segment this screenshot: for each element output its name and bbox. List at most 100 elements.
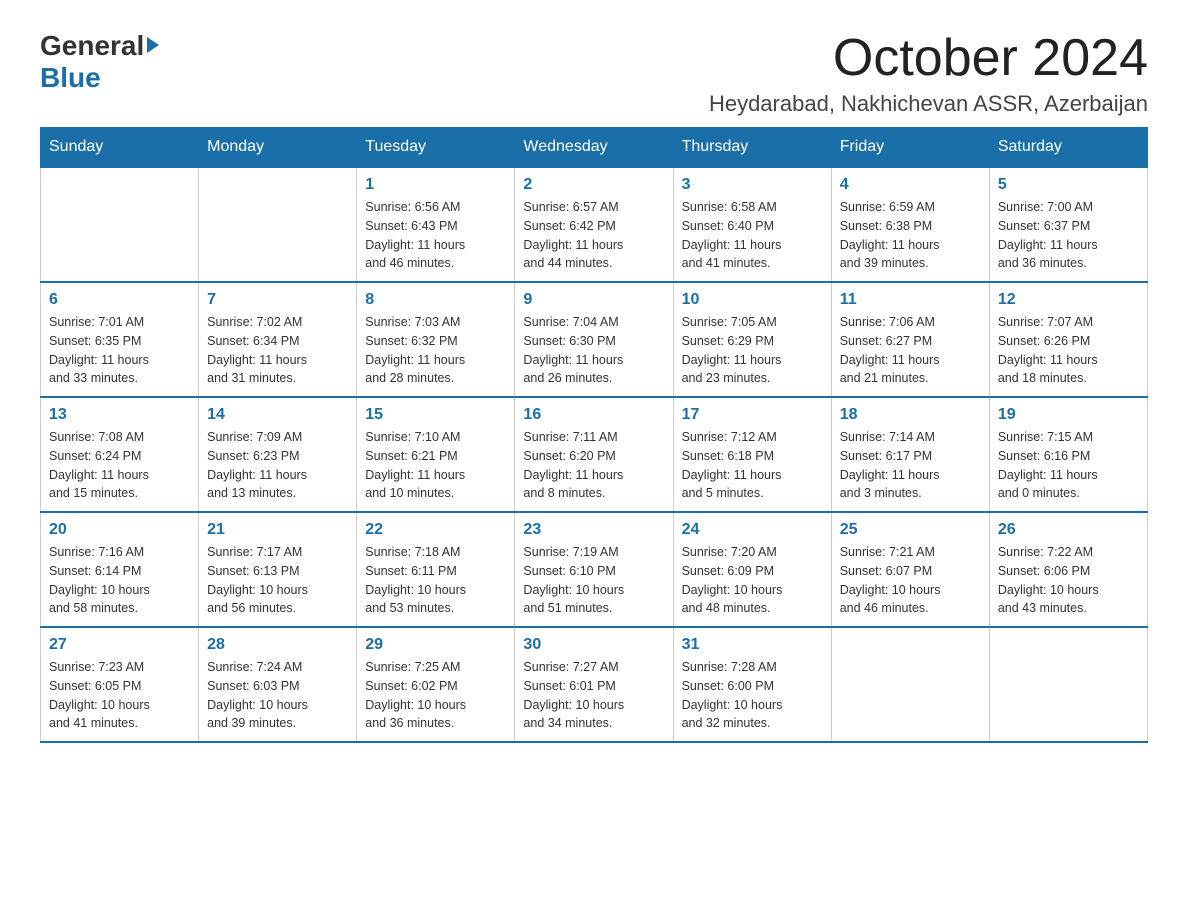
column-header-wednesday: Wednesday [515, 128, 673, 168]
day-number: 4 [840, 176, 981, 194]
calendar-cell: 15Sunrise: 7:10 AMSunset: 6:21 PMDayligh… [357, 397, 515, 512]
day-info: Sunrise: 7:28 AMSunset: 6:00 PMDaylight:… [682, 658, 823, 733]
calendar-cell: 18Sunrise: 7:14 AMSunset: 6:17 PMDayligh… [831, 397, 989, 512]
calendar-cell: 23 Sunrise: 7:19 AMSunset: 6:10 PMDayligh… [515, 512, 673, 627]
calendar-cell [199, 167, 357, 282]
day-info: Sunrise: 6:56 AMSunset: 6:43 PMDaylight:… [365, 198, 506, 273]
calendar-cell [41, 167, 199, 282]
day-info: Sunrise: 7:17 AMSunset: 6:13 PMDaylight:… [207, 543, 348, 618]
day-info: Sunrise: 7:09 AMSunset: 6:23 PMDaylight:… [207, 428, 348, 503]
day-info: Sunrise: 6:57 AMSunset: 6:42 PMDaylight:… [523, 198, 664, 273]
day-info: Sunrise: 7:16 AMSunset: 6:14 PMDaylight:… [49, 543, 190, 618]
calendar-table: SundayMondayTuesdayWednesdayThursdayFrid… [40, 127, 1148, 743]
column-header-saturday: Saturday [989, 128, 1147, 168]
day-number: 25 [840, 521, 981, 539]
calendar-cell: 8 Sunrise: 7:03 AMSunset: 6:32 PMDaylight… [357, 282, 515, 397]
location-title: Heydarabad, Nakhichevan ASSR, Azerbaijan [709, 91, 1148, 117]
calendar-cell: 13Sunrise: 7:08 AMSunset: 6:24 PMDayligh… [41, 397, 199, 512]
day-info: Sunrise: 7:06 AMSunset: 6:27 PMDaylight:… [840, 313, 981, 388]
calendar-cell: 7 Sunrise: 7:02 AMSunset: 6:34 PMDaylight… [199, 282, 357, 397]
day-number: 31 [682, 636, 823, 654]
calendar-cell: 1Sunrise: 6:56 AMSunset: 6:43 PMDaylight… [357, 167, 515, 282]
day-number: 2 [523, 176, 664, 194]
day-number: 30 [523, 636, 664, 654]
day-info: Sunrise: 7:03 AMSunset: 6:32 PMDaylight:… [365, 313, 506, 388]
calendar-cell: 2 Sunrise: 6:57 AMSunset: 6:42 PMDaylight… [515, 167, 673, 282]
calendar-cell: 9 Sunrise: 7:04 AMSunset: 6:30 PMDaylight… [515, 282, 673, 397]
day-info: Sunrise: 7:04 AMSunset: 6:30 PMDaylight:… [523, 313, 664, 388]
calendar-cell: 25 Sunrise: 7:21 AMSunset: 6:07 PMDayligh… [831, 512, 989, 627]
day-info: Sunrise: 7:11 AMSunset: 6:20 PMDaylight:… [523, 428, 664, 503]
logo: General Blue [40, 30, 159, 94]
day-info: Sunrise: 7:15 AMSunset: 6:16 PMDaylight:… [998, 428, 1139, 503]
day-number: 3 [682, 176, 823, 194]
day-info: Sunrise: 6:59 AMSunset: 6:38 PMDaylight:… [840, 198, 981, 273]
calendar-cell [831, 627, 989, 742]
page-header: General Blue October 2024 Heydarabad, Na… [40, 30, 1148, 117]
calendar-cell: 24Sunrise: 7:20 AMSunset: 6:09 PMDayligh… [673, 512, 831, 627]
title-block: October 2024 Heydarabad, Nakhichevan ASS… [709, 30, 1148, 117]
day-info: Sunrise: 7:14 AMSunset: 6:17 PMDaylight:… [840, 428, 981, 503]
calendar-cell: 26 Sunrise: 7:22 AMSunset: 6:06 PMDayligh… [989, 512, 1147, 627]
day-info: Sunrise: 7:21 AMSunset: 6:07 PMDaylight:… [840, 543, 981, 618]
day-number: 19 [998, 406, 1139, 424]
calendar-week-row: 1Sunrise: 6:56 AMSunset: 6:43 PMDaylight… [41, 167, 1148, 282]
day-number: 29 [365, 636, 506, 654]
calendar-cell: 27 Sunrise: 7:23 AMSunset: 6:05 PMDayligh… [41, 627, 199, 742]
calendar-header-row: SundayMondayTuesdayWednesdayThursdayFrid… [41, 128, 1148, 168]
day-number: 11 [840, 291, 981, 309]
day-info: Sunrise: 7:27 AMSunset: 6:01 PMDaylight:… [523, 658, 664, 733]
day-number: 27 [49, 636, 190, 654]
calendar-cell [989, 627, 1147, 742]
day-number: 24 [682, 521, 823, 539]
day-info: Sunrise: 7:23 AMSunset: 6:05 PMDaylight:… [49, 658, 190, 733]
calendar-cell: 17 Sunrise: 7:12 AMSunset: 6:18 PMDayligh… [673, 397, 831, 512]
day-number: 23 [523, 521, 664, 539]
day-number: 26 [998, 521, 1139, 539]
day-number: 16 [523, 406, 664, 424]
day-info: Sunrise: 7:18 AMSunset: 6:11 PMDaylight:… [365, 543, 506, 618]
day-info: Sunrise: 7:01 AMSunset: 6:35 PMDaylight:… [49, 313, 190, 388]
calendar-week-row: 6Sunrise: 7:01 AMSunset: 6:35 PMDaylight… [41, 282, 1148, 397]
calendar-cell: 4 Sunrise: 6:59 AMSunset: 6:38 PMDaylight… [831, 167, 989, 282]
day-number: 10 [682, 291, 823, 309]
calendar-cell: 10Sunrise: 7:05 AMSunset: 6:29 PMDayligh… [673, 282, 831, 397]
day-number: 8 [365, 291, 506, 309]
day-number: 9 [523, 291, 664, 309]
calendar-week-row: 27 Sunrise: 7:23 AMSunset: 6:05 PMDayligh… [41, 627, 1148, 742]
calendar-cell: 30 Sunrise: 7:27 AMSunset: 6:01 PMDayligh… [515, 627, 673, 742]
calendar-cell: 29 Sunrise: 7:25 AMSunset: 6:02 PMDayligh… [357, 627, 515, 742]
column-header-thursday: Thursday [673, 128, 831, 168]
logo-blue-text: Blue [40, 62, 101, 94]
day-info: Sunrise: 7:07 AMSunset: 6:26 PMDaylight:… [998, 313, 1139, 388]
day-number: 17 [682, 406, 823, 424]
day-number: 21 [207, 521, 348, 539]
calendar-cell: 20Sunrise: 7:16 AMSunset: 6:14 PMDayligh… [41, 512, 199, 627]
day-number: 5 [998, 176, 1139, 194]
day-info: Sunrise: 7:19 AMSunset: 6:10 PMDaylight:… [523, 543, 664, 618]
day-info: Sunrise: 7:12 AMSunset: 6:18 PMDaylight:… [682, 428, 823, 503]
calendar-cell: 16 Sunrise: 7:11 AMSunset: 6:20 PMDayligh… [515, 397, 673, 512]
calendar-cell: 21 Sunrise: 7:17 AMSunset: 6:13 PMDayligh… [199, 512, 357, 627]
column-header-monday: Monday [199, 128, 357, 168]
day-info: Sunrise: 6:58 AMSunset: 6:40 PMDaylight:… [682, 198, 823, 273]
calendar-cell: 19 Sunrise: 7:15 AMSunset: 6:16 PMDayligh… [989, 397, 1147, 512]
logo-general-text: General [40, 30, 144, 62]
calendar-cell: 12Sunrise: 7:07 AMSunset: 6:26 PMDayligh… [989, 282, 1147, 397]
calendar-cell: 11 Sunrise: 7:06 AMSunset: 6:27 PMDayligh… [831, 282, 989, 397]
day-number: 7 [207, 291, 348, 309]
calendar-cell: 6Sunrise: 7:01 AMSunset: 6:35 PMDaylight… [41, 282, 199, 397]
column-header-friday: Friday [831, 128, 989, 168]
day-number: 14 [207, 406, 348, 424]
day-number: 28 [207, 636, 348, 654]
day-info: Sunrise: 7:22 AMSunset: 6:06 PMDaylight:… [998, 543, 1139, 618]
day-number: 13 [49, 406, 190, 424]
day-info: Sunrise: 7:02 AMSunset: 6:34 PMDaylight:… [207, 313, 348, 388]
month-title: October 2024 [709, 30, 1148, 87]
day-info: Sunrise: 7:25 AMSunset: 6:02 PMDaylight:… [365, 658, 506, 733]
day-info: Sunrise: 7:00 AMSunset: 6:37 PMDaylight:… [998, 198, 1139, 273]
calendar-cell: 31 Sunrise: 7:28 AMSunset: 6:00 PMDayligh… [673, 627, 831, 742]
calendar-week-row: 13Sunrise: 7:08 AMSunset: 6:24 PMDayligh… [41, 397, 1148, 512]
calendar-cell: 3 Sunrise: 6:58 AMSunset: 6:40 PMDaylight… [673, 167, 831, 282]
logo-triangle-icon [147, 37, 159, 53]
